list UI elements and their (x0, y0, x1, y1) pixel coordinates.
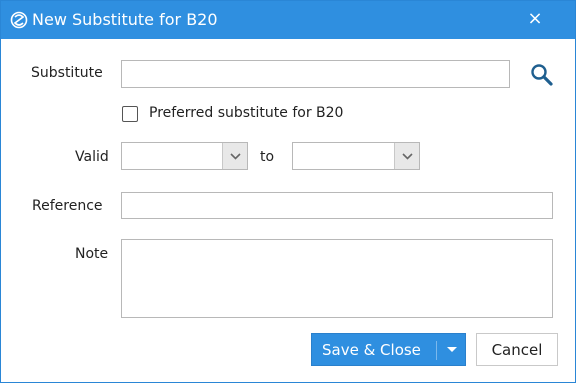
close-button[interactable]: × (523, 7, 547, 31)
valid-from-dropdown-button[interactable] (222, 143, 247, 169)
note-label: Note (75, 246, 109, 262)
dialog-title: New Substitute for B20 (32, 10, 218, 29)
note-textarea[interactable] (121, 239, 553, 318)
chevron-down-icon (230, 153, 241, 160)
preferred-substitute-checkbox[interactable] (122, 106, 138, 122)
to-label: to (260, 149, 275, 165)
cancel-button[interactable]: Cancel (476, 333, 558, 366)
reference-input[interactable] (121, 192, 553, 219)
title-bar[interactable]: New Substitute for B20 × (1, 1, 575, 39)
substitute-label: Substitute (31, 65, 103, 81)
app-logo-icon (10, 11, 28, 29)
valid-from-select[interactable] (121, 142, 248, 170)
search-icon[interactable] (529, 62, 555, 88)
save-and-close-label: Save & Close (322, 341, 421, 359)
chevron-down-icon (402, 153, 413, 160)
preferred-substitute-label[interactable]: Preferred substitute for B20 (149, 105, 343, 121)
new-substitute-dialog: New Substitute for B20 × Substitute Pref… (0, 0, 576, 383)
substitute-input[interactable] (121, 60, 510, 88)
save-options-dropdown-button[interactable] (439, 334, 465, 365)
valid-to-select[interactable] (292, 142, 420, 170)
valid-label: Valid (75, 149, 109, 165)
valid-to-dropdown-button[interactable] (394, 143, 419, 169)
reference-label: Reference (32, 198, 103, 214)
save-and-close-button[interactable]: Save & Close (311, 333, 466, 366)
cancel-label: Cancel (491, 341, 543, 359)
caret-down-icon (447, 347, 457, 352)
close-icon: × (527, 8, 543, 29)
split-divider (436, 341, 437, 360)
